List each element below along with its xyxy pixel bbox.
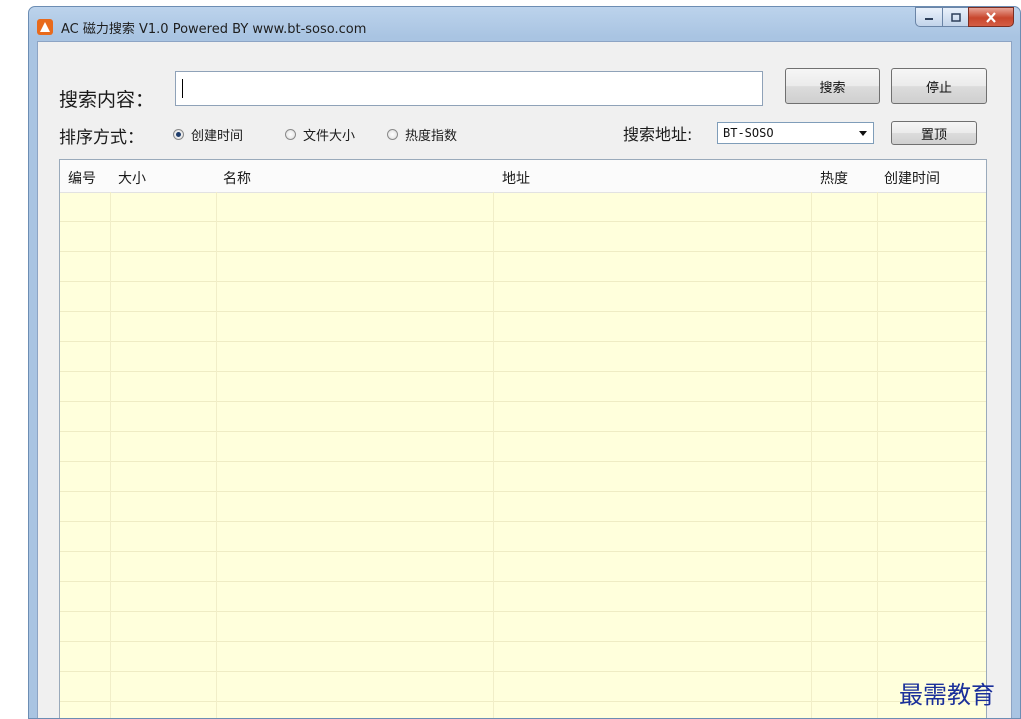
address-select[interactable]: BT-SOSO xyxy=(717,122,874,144)
sort-option-label: 文件大小 xyxy=(303,129,356,144)
table-row[interactable] xyxy=(60,252,986,282)
search-label: 搜索内容： xyxy=(59,89,155,111)
table-row[interactable] xyxy=(60,462,986,492)
table-row[interactable] xyxy=(60,642,986,672)
table-row[interactable] xyxy=(60,192,986,222)
app-window: AC 磁力搜索 V1.0 Powered BY www.bt-soso.com … xyxy=(28,6,1021,719)
table-row[interactable] xyxy=(60,612,986,642)
table-row[interactable] xyxy=(60,582,986,612)
column-divider xyxy=(216,192,217,718)
radio-checked-icon[interactable] xyxy=(173,129,184,140)
table-row[interactable] xyxy=(60,432,986,462)
column-divider xyxy=(811,192,812,718)
table-row[interactable] xyxy=(60,222,986,252)
maximize-button[interactable] xyxy=(942,7,968,27)
sort-option-popularity[interactable]: 热度指数 xyxy=(387,125,457,144)
stop-button[interactable]: 停止 xyxy=(891,68,987,104)
radio-unchecked-icon[interactable] xyxy=(387,129,398,140)
search-button[interactable]: 搜索 xyxy=(785,68,880,104)
dropdown-arrow-icon xyxy=(859,131,867,136)
table-header: 编号 大小 名称 地址 热度 创建时间 xyxy=(60,160,986,193)
app-logo-icon xyxy=(37,19,53,35)
table-row[interactable] xyxy=(60,552,986,582)
text-caret xyxy=(182,79,183,98)
search-input[interactable] xyxy=(175,71,763,106)
title-bar[interactable]: AC 磁力搜索 V1.0 Powered BY www.bt-soso.com xyxy=(29,7,1020,41)
sort-option-label: 创建时间 xyxy=(191,129,244,144)
window-controls xyxy=(915,7,1014,27)
table-row[interactable] xyxy=(60,342,986,372)
table-row[interactable] xyxy=(60,372,986,402)
client-area: 搜索内容： 搜索 停止 排序方式： 创建时间 文件大小 热度指数 搜索地址: B… xyxy=(37,41,1012,718)
close-icon xyxy=(986,11,996,23)
watermark: 最需教育 xyxy=(899,681,995,709)
column-header-id[interactable]: 编号 xyxy=(68,168,96,188)
table-row[interactable] xyxy=(60,702,986,718)
table-row[interactable] xyxy=(60,522,986,552)
column-divider xyxy=(877,192,878,718)
close-button[interactable] xyxy=(968,7,1014,27)
address-selected-value: BT-SOSO xyxy=(723,126,774,140)
column-header-name[interactable]: 名称 xyxy=(223,168,251,188)
column-divider xyxy=(110,192,111,718)
column-header-created[interactable]: 创建时间 xyxy=(884,168,940,188)
table-body xyxy=(60,192,986,718)
sort-option-created[interactable]: 创建时间 xyxy=(173,125,243,144)
maximize-icon xyxy=(950,12,961,22)
minimize-button[interactable] xyxy=(915,7,942,27)
sort-label: 排序方式： xyxy=(59,128,144,148)
column-header-size[interactable]: 大小 xyxy=(118,168,146,188)
pin-top-button[interactable]: 置顶 xyxy=(891,121,977,145)
table-row[interactable] xyxy=(60,402,986,432)
radio-unchecked-icon[interactable] xyxy=(285,129,296,140)
column-header-address[interactable]: 地址 xyxy=(502,168,530,188)
window-title: AC 磁力搜索 V1.0 Powered BY www.bt-soso.com xyxy=(61,22,367,37)
table-row[interactable] xyxy=(60,282,986,312)
table-row[interactable] xyxy=(60,312,986,342)
column-divider xyxy=(493,192,494,718)
column-header-popularity[interactable]: 热度 xyxy=(820,168,848,188)
address-label: 搜索地址: xyxy=(623,125,693,144)
table-row[interactable] xyxy=(60,492,986,522)
results-table[interactable]: 编号 大小 名称 地址 热度 创建时间 xyxy=(59,159,987,718)
minimize-icon xyxy=(925,18,933,20)
table-row[interactable] xyxy=(60,672,986,702)
sort-option-label: 热度指数 xyxy=(405,129,458,144)
sort-option-size[interactable]: 文件大小 xyxy=(285,125,355,144)
